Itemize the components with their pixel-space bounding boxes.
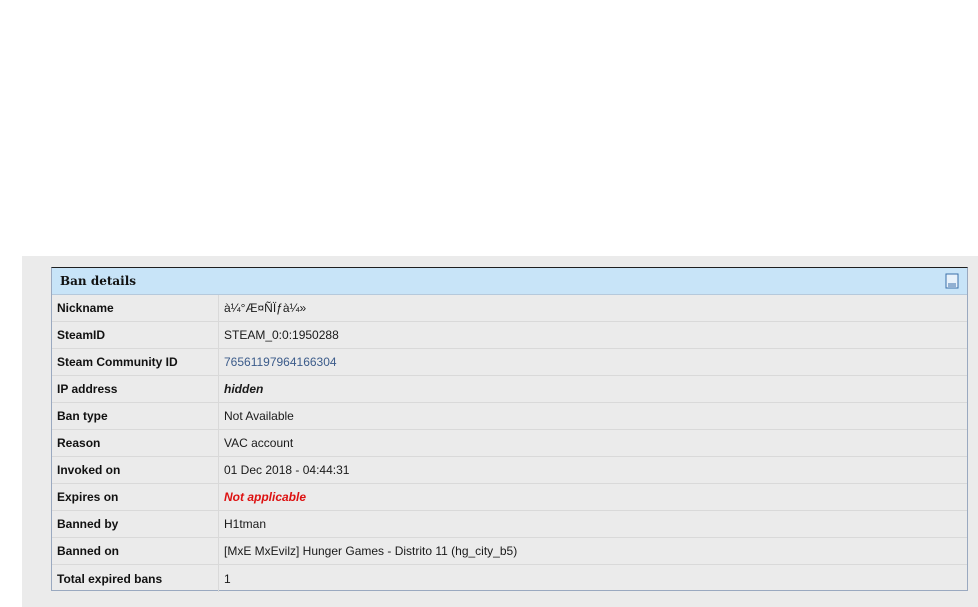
banned-on-label: Banned on <box>52 538 219 564</box>
steamid-label: SteamID <box>52 322 219 348</box>
expired-bans-value: 1 <box>224 571 231 586</box>
expires-value: Not applicable <box>224 490 307 504</box>
table-row-reason: Reason VAC account <box>52 430 967 457</box>
invoked-label: Invoked on <box>52 457 219 483</box>
banned-on-value: [MxE MxEvilz] Hunger Games - Distrito 11… <box>224 544 518 558</box>
table-row-nickname: Nickname à¼°Æ¤ÑÏƒà¼» <box>52 295 967 322</box>
table-row-expires: Expires on Not applicable <box>52 484 967 511</box>
community-id-label: Steam Community ID <box>52 349 219 375</box>
ban-details-panel: Ban details Nickname à¼°Æ¤ÑÏƒà¼» SteamID… <box>51 267 968 592</box>
ban-type-value: Not Available <box>224 409 294 423</box>
panel-title: Ban details <box>60 274 137 288</box>
ip-value-cell: hidden <box>219 376 967 402</box>
expired-bans-label: Total expired bans <box>52 565 219 592</box>
table-row-invoked: Invoked on 01 Dec 2018 - 04:44:31 <box>52 457 967 484</box>
expires-label: Expires on <box>52 484 219 510</box>
reason-value: VAC account <box>224 436 294 450</box>
table-row-expired-bans: Total expired bans 1 <box>52 565 967 592</box>
panel-header: Ban details <box>52 268 967 295</box>
invoked-value: 01 Dec 2018 - 04:44:31 <box>224 463 350 477</box>
community-id-link[interactable]: 76561197964166304 <box>224 355 337 369</box>
table-row-banned-on: Banned on [MxE MxEvilz] Hunger Games - D… <box>52 538 967 565</box>
ban-type-label: Ban type <box>52 403 219 429</box>
banned-by-label: Banned by <box>52 511 219 537</box>
nickname-value: à¼°Æ¤ÑÏƒà¼» <box>224 301 307 315</box>
steamid-value: STEAM_0:0:1950288 <box>224 328 339 342</box>
nickname-label: Nickname <box>52 295 219 321</box>
reason-label: Reason <box>52 430 219 456</box>
community-id-value-cell: 76561197964166304 <box>219 349 967 375</box>
details-table: Nickname à¼°Æ¤ÑÏƒà¼» SteamID STEAM_0:0:1… <box>52 295 967 592</box>
ip-label: IP address <box>52 376 219 402</box>
ip-value: hidden <box>224 382 264 396</box>
table-row-community-id: Steam Community ID 76561197964166304 <box>52 349 967 376</box>
expires-value-cell: Not applicable <box>219 484 967 510</box>
table-row-ip: IP address hidden <box>52 376 967 403</box>
page: Ban details Nickname à¼°Æ¤ÑÏƒà¼» SteamID… <box>0 0 978 607</box>
table-row-banned-by: Banned by H1tman <box>52 511 967 538</box>
document-icon[interactable] <box>945 273 959 289</box>
table-row-steamid: SteamID STEAM_0:0:1950288 <box>52 322 967 349</box>
banned-by-value: H1tman <box>224 517 267 531</box>
table-row-ban-type: Ban type Not Available <box>52 403 967 430</box>
